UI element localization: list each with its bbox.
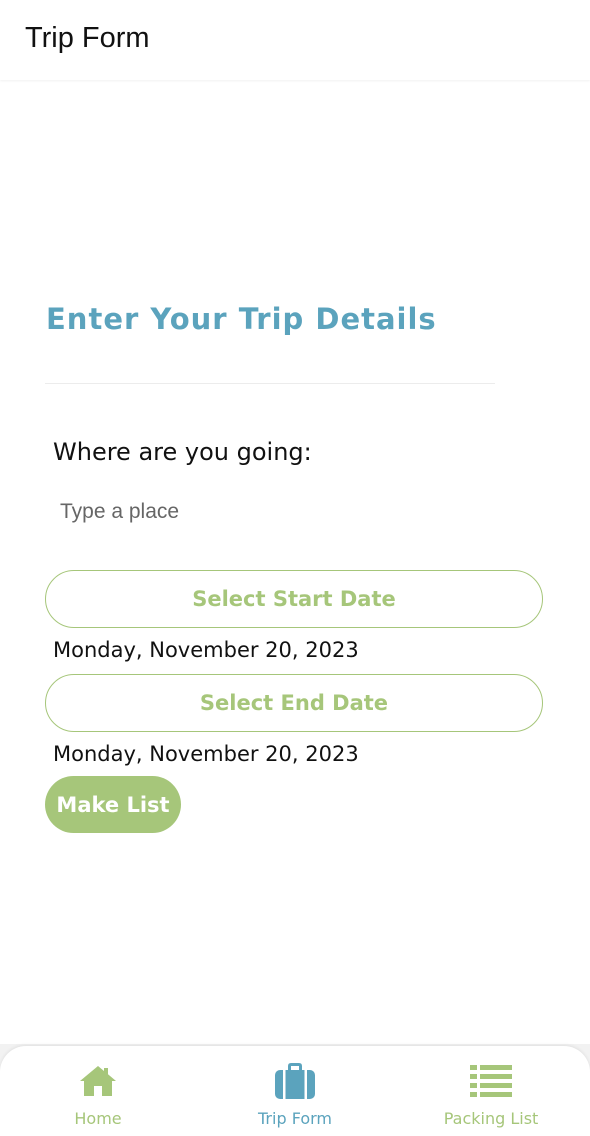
app-screen: Trip Form Enter Your Trip Details Where … [0,0,590,1136]
app-header: Trip Form [0,0,590,80]
suitcase-icon [273,1061,317,1101]
page-title: Trip Form [25,22,150,54]
list-icon [469,1061,513,1101]
make-list-button[interactable]: Make List [45,776,181,833]
select-end-date-button[interactable]: Select End Date [45,674,543,732]
nav-label-trip-form: Trip Form [258,1109,332,1128]
end-date-value: Monday, November 20, 2023 [53,742,359,766]
start-date-value: Monday, November 20, 2023 [53,638,359,662]
home-icon [76,1061,120,1101]
nav-label-home: Home [74,1109,122,1128]
destination-input[interactable] [50,494,510,530]
nav-item-packing-list[interactable]: Packing List [393,1046,589,1136]
nav-item-home[interactable]: Home [0,1046,196,1136]
divider [45,383,495,384]
destination-label: Where are you going: [53,438,312,466]
nav-label-packing-list: Packing List [443,1109,539,1128]
bottom-nav: Home Trip Form Packing List [0,1046,590,1136]
nav-item-trip-form[interactable]: Trip Form [197,1046,393,1136]
select-start-date-button[interactable]: Select Start Date [45,570,543,628]
form-heading: Enter Your Trip Details [46,302,437,336]
